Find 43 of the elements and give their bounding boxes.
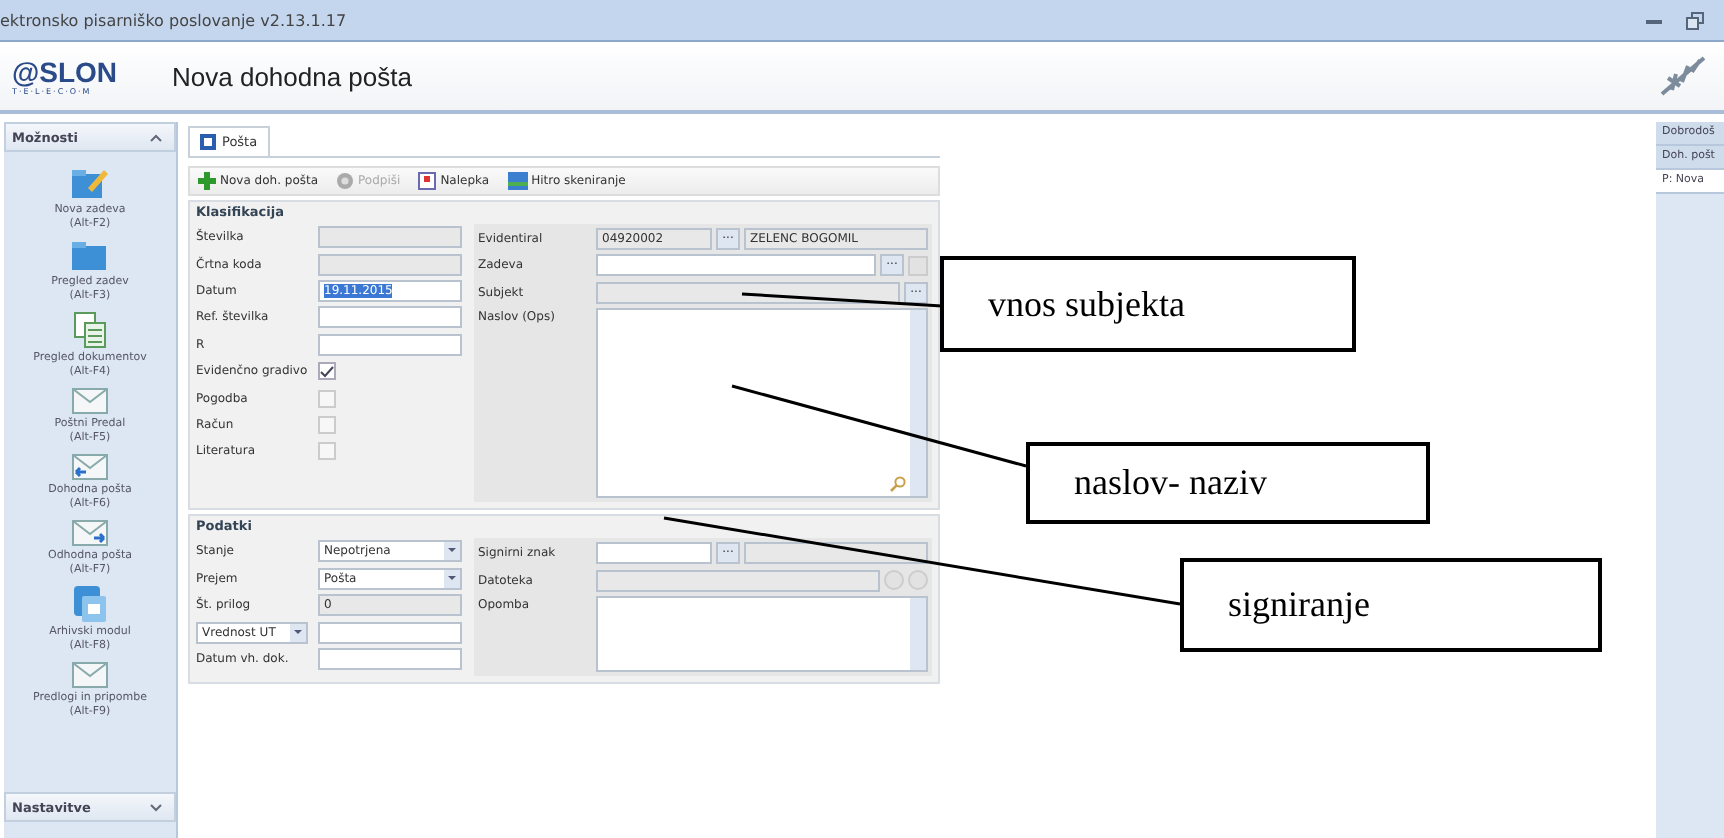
checkbox[interactable]	[318, 442, 336, 461]
input-field[interactable]	[596, 281, 900, 304]
callout-box: vnos subjekta	[940, 256, 1356, 352]
input-field[interactable]	[318, 621, 462, 644]
window-title: ektronsko pisarniško poslovanje v2.13.1.17	[0, 11, 347, 29]
documents-icon	[74, 312, 106, 348]
logo: @SLON	[12, 57, 120, 85]
text-area[interactable]	[596, 595, 928, 672]
folder-pencil-icon	[72, 168, 108, 200]
plus-icon	[198, 172, 216, 190]
collapse-icon	[150, 133, 162, 141]
input-field[interactable]	[318, 333, 462, 356]
page-title: Nova dohodna pošta	[172, 61, 414, 91]
archive-icon	[73, 586, 106, 622]
scrollbar[interactable]	[910, 597, 926, 670]
minimize-icon[interactable]	[1646, 14, 1662, 26]
input-field[interactable]	[318, 253, 462, 276]
input-field[interactable]	[596, 254, 876, 277]
input-field[interactable]	[318, 647, 462, 670]
checkbox[interactable]	[318, 389, 336, 408]
clear-button[interactable]	[908, 255, 928, 276]
mail-icon	[200, 134, 216, 150]
scrollbar[interactable]	[910, 310, 926, 497]
folder-icon	[72, 240, 108, 272]
restore-icon[interactable]	[1686, 11, 1704, 29]
search-icon[interactable]	[890, 476, 906, 493]
envelope-icon	[72, 662, 108, 688]
checkbox[interactable]	[318, 415, 336, 434]
callout-box: naslov- naziv	[1026, 442, 1430, 524]
checkbox[interactable]	[318, 362, 336, 381]
input-field[interactable]	[596, 542, 712, 565]
expand-icon	[150, 803, 162, 811]
input-field[interactable]	[744, 542, 928, 565]
scanner-icon	[507, 172, 528, 190]
callout-box: signiranje	[1180, 558, 1602, 652]
circle-icon	[336, 172, 355, 190]
input-field[interactable]	[596, 569, 880, 592]
label-icon	[418, 172, 437, 190]
input-field[interactable]	[318, 306, 462, 329]
open-button[interactable]	[884, 570, 904, 591]
info-button[interactable]	[908, 570, 928, 591]
envelope-icon	[72, 388, 108, 414]
input-field[interactable]	[318, 226, 462, 249]
